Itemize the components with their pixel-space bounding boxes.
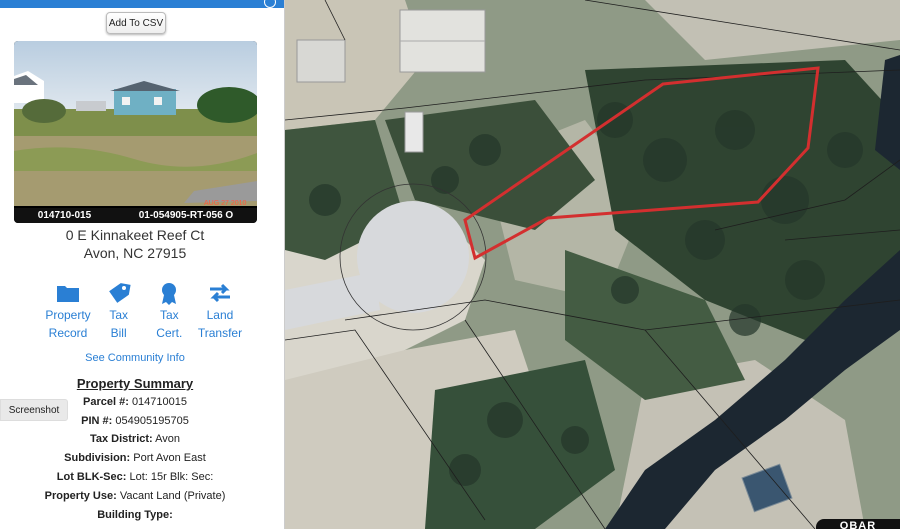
tax-cert-button[interactable]: Tax Cert. bbox=[145, 280, 193, 342]
summary-row-building-type: Building Type: bbox=[0, 509, 270, 521]
transfer-icon bbox=[196, 280, 244, 306]
address-line-1: 0 E Kinnakeet Reef Ct bbox=[65, 227, 205, 243]
summary-value: 054905195705 bbox=[115, 415, 189, 427]
summary-label: Lot BLK-Sec: bbox=[56, 471, 127, 483]
summary-label: Building Type: bbox=[97, 509, 173, 521]
address-line-2: Avon, NC 27915 bbox=[83, 245, 187, 261]
tax-bill-label-2: Bill bbox=[110, 326, 127, 340]
tag-icon bbox=[95, 280, 143, 306]
property-panel: Add To CSV AUG 27 2010 014710-015 01-054… bbox=[0, 0, 285, 529]
photo-parcel-code: 014710-015 bbox=[37, 210, 92, 221]
land-transfer-button[interactable]: Land Transfer bbox=[196, 280, 244, 342]
summary-label: Tax District: bbox=[89, 433, 153, 445]
property-record-label-1: Property bbox=[45, 308, 91, 322]
photo-date-stamp: AUG 27 2010 bbox=[204, 200, 247, 207]
summary-label: PIN #: bbox=[81, 415, 113, 427]
map-logo-badge: OBAR bbox=[816, 519, 900, 529]
tax-cert-label-2: Cert. bbox=[156, 326, 183, 340]
summary-value: 014710015 bbox=[131, 396, 187, 408]
summary-row-subdivision: Subdivision: Port Avon East bbox=[0, 452, 270, 464]
tax-bill-label-1: Tax bbox=[109, 308, 128, 322]
summary-value: Lot: 15r Blk: Sec: bbox=[129, 471, 214, 483]
property-summary-title: Property Summary bbox=[76, 376, 194, 391]
summary-value: Port Avon East bbox=[133, 452, 206, 464]
land-transfer-label-2: Transfer bbox=[197, 326, 243, 340]
summary-row-lot: Lot BLK-Sec: Lot: 15r Blk: Sec: bbox=[0, 471, 270, 483]
summary-label: Subdivision: bbox=[64, 452, 131, 464]
photo-caption: 014710-015 01-054905-RT-056 O bbox=[14, 208, 257, 223]
ribbon-icon bbox=[145, 280, 193, 306]
panel-header-bar bbox=[0, 0, 284, 8]
summary-value: Avon bbox=[155, 433, 181, 445]
aerial-map-image[interactable] bbox=[285, 0, 900, 529]
property-record-button[interactable]: Property Record bbox=[44, 280, 92, 342]
property-photo: AUG 27 2010 014710-015 01-054905-RT-056 … bbox=[14, 41, 257, 223]
community-info-link[interactable]: See Community Info bbox=[0, 352, 270, 364]
summary-label: Parcel #: bbox=[83, 396, 129, 408]
property-photo-image: AUG 27 2010 bbox=[14, 41, 257, 207]
tax-cert-label-1: Tax bbox=[159, 308, 179, 322]
tax-bill-button[interactable]: Tax Bill bbox=[95, 280, 143, 342]
land-transfer-label-1: Land bbox=[206, 308, 234, 322]
aerial-map[interactable]: OBAR bbox=[285, 0, 900, 529]
summary-value: Vacant Land (Private) bbox=[119, 490, 226, 502]
summary-row-tax-district: Tax District: Avon bbox=[0, 433, 270, 445]
summary-row-property-use: Property Use: Vacant Land (Private) bbox=[0, 490, 270, 502]
add-to-csv-button[interactable]: Add To CSV bbox=[106, 12, 166, 34]
photo-pin-code: 01-054905-RT-056 O bbox=[138, 210, 234, 221]
summary-label: Property Use: bbox=[44, 490, 117, 502]
header-dot bbox=[264, 0, 276, 8]
folder-icon bbox=[44, 280, 92, 306]
property-record-label-2: Record bbox=[48, 326, 88, 340]
screenshot-button[interactable]: Screenshot bbox=[0, 399, 68, 421]
property-actions: Property Record Tax Bill Tax Cert. Land … bbox=[44, 280, 244, 342]
